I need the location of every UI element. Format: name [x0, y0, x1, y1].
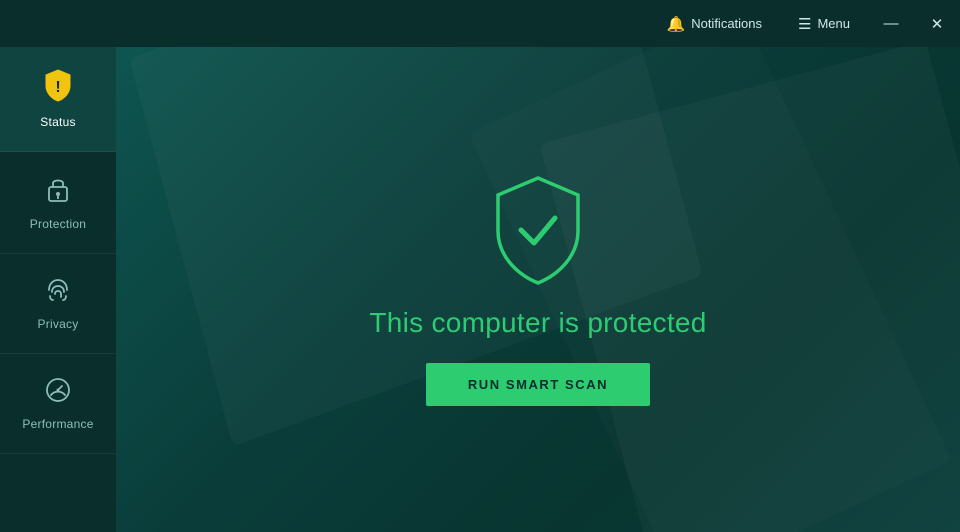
run-smart-scan-button[interactable]: RUN SMART SCAN	[426, 363, 650, 406]
titlebar: 🔔 Notifications ☰ Menu — ✕	[0, 0, 960, 47]
main-content: This computer is protected RUN SMART SCA…	[116, 47, 960, 532]
sidebar-item-privacy[interactable]: Privacy	[0, 254, 116, 354]
notifications-button[interactable]: 🔔 Notifications	[649, 0, 781, 47]
minimize-icon: —	[884, 15, 899, 32]
sidebar: ! Status Protection	[0, 47, 116, 532]
gauge-icon	[44, 376, 72, 409]
sidebar-item-performance[interactable]: Performance	[0, 354, 116, 454]
lock-icon	[45, 174, 71, 209]
sidebar-performance-label: Performance	[22, 417, 93, 431]
svg-text:!: !	[55, 79, 60, 96]
protected-shield	[488, 173, 588, 283]
notifications-label: Notifications	[691, 16, 762, 31]
menu-button[interactable]: ☰ Menu	[780, 0, 868, 47]
sidebar-privacy-label: Privacy	[37, 317, 78, 331]
menu-icon: ☰	[798, 15, 811, 33]
status-icon: !	[44, 69, 72, 107]
menu-label: Menu	[817, 16, 850, 31]
titlebar-actions: 🔔 Notifications ☰ Menu — ✕	[649, 0, 960, 47]
status-text: This computer is protected	[369, 307, 706, 339]
center-content: This computer is protected RUN SMART SCA…	[369, 173, 706, 406]
minimize-button[interactable]: —	[868, 0, 914, 47]
sidebar-protection-label: Protection	[30, 217, 86, 231]
close-icon: ✕	[931, 15, 944, 33]
bell-icon: 🔔	[667, 15, 686, 33]
sidebar-status-label: Status	[40, 115, 75, 129]
fingerprint-icon	[44, 276, 72, 309]
sidebar-item-protection[interactable]: Protection	[0, 152, 116, 254]
close-button[interactable]: ✕	[914, 0, 960, 47]
sidebar-item-status[interactable]: ! Status	[0, 47, 116, 152]
